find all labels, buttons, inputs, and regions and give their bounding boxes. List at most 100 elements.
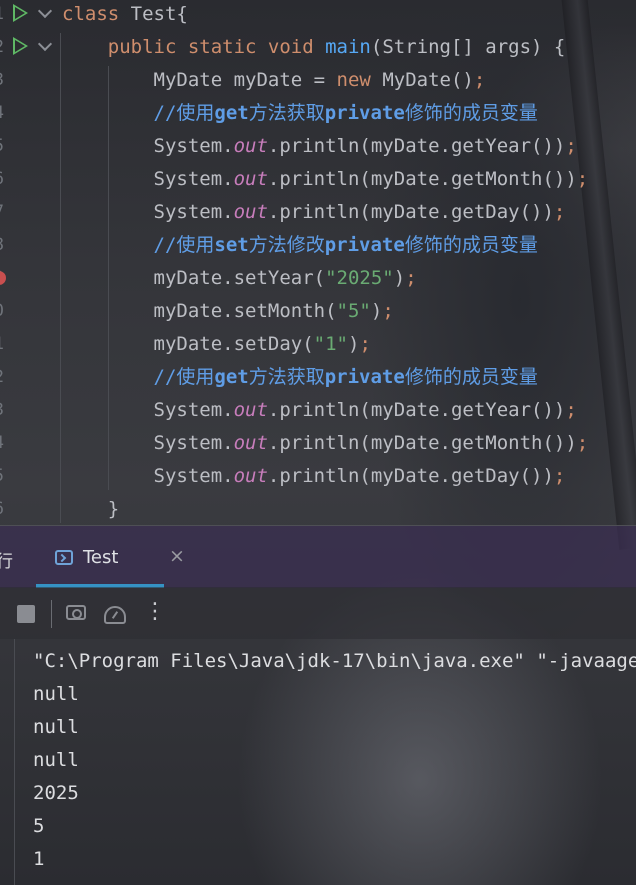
code-token: ;: [359, 333, 371, 355]
code-token: "1": [313, 333, 348, 355]
code-token: 修饰的成员变量: [404, 234, 538, 256]
line-number: 4: [0, 103, 4, 123]
gutter-line[interactable]: 1: [0, 0, 60, 31]
code-token: main: [325, 36, 371, 58]
chevron-down-icon[interactable]: [37, 3, 53, 19]
gutter-line[interactable]: 5: [0, 130, 60, 163]
code-token: myDate.setMonth(: [62, 300, 337, 322]
code-token: public static void: [62, 36, 326, 58]
console-output-line: null: [33, 716, 79, 738]
console-icon: [55, 550, 73, 565]
code-token: .println(myDate.getDay()): [267, 465, 554, 487]
code-line: MyDate myDate = new MyDate();: [62, 64, 486, 97]
console-output-line: 1: [33, 848, 45, 870]
tab-test-label: Test: [83, 547, 119, 568]
code-token: myDate.setDay(: [62, 333, 314, 355]
code-token: MyDate myDate =: [62, 69, 337, 91]
breakpoint-icon[interactable]: [0, 271, 6, 285]
indent-guide: [60, 33, 61, 523]
code-token: ;: [405, 267, 417, 289]
line-number: 2: [0, 367, 4, 387]
gutter-line[interactable]: 2: [0, 31, 60, 64]
gutter-line[interactable]: 2: [0, 361, 60, 394]
code-editor[interactable]: 1 2 3 4 5 6 7 8 9 0 1 2 3 4 5 6 class Test{ public stati…: [0, 0, 636, 525]
gutter-line[interactable]: 3: [0, 64, 60, 97]
gutter-line[interactable]: 6: [0, 163, 60, 196]
more-options-icon[interactable]: ⋮: [144, 601, 166, 623]
code-token: private: [324, 102, 405, 124]
code-token: private: [324, 366, 405, 388]
line-number: 6: [0, 169, 4, 189]
close-icon[interactable]: ×: [169, 545, 185, 567]
code-token: "5": [336, 300, 371, 322]
code-token: 方法获取: [248, 366, 325, 388]
gutter-line[interactable]: 9: [0, 262, 60, 295]
camera-icon[interactable]: [66, 605, 86, 620]
code-line: myDate.setDay("1");: [62, 328, 371, 361]
console-output[interactable]: "C:\Program Files\Java\jdk-17\bin\java.e…: [0, 639, 636, 885]
code-token: out: [233, 465, 268, 487]
code-token: .println(myDate.getMonth()): [267, 168, 577, 190]
code-line: }: [62, 493, 119, 526]
run-tool-window-header: 行 Test ×: [0, 525, 636, 588]
code-token: out: [233, 432, 268, 454]
gutter-line[interactable]: 3: [0, 394, 60, 427]
console-output-line: 2025: [33, 782, 79, 804]
line-number: 8: [0, 235, 4, 255]
code-token: ;: [473, 69, 486, 91]
gutter-line[interactable]: 4: [0, 427, 60, 460]
code-token: get: [214, 366, 249, 388]
code-token: ;: [565, 135, 577, 157]
line-number: 5: [0, 466, 4, 486]
code-line: System.out.println(myDate.getYear());: [62, 130, 577, 163]
code-line: System.out.println(myDate.getMonth());: [62, 427, 589, 460]
code-token: class: [62, 3, 131, 25]
line-number: 4: [0, 433, 4, 453]
console-gutter: [14, 639, 15, 885]
code-token: ;: [553, 201, 566, 223]
gutter-line[interactable]: 4: [0, 97, 60, 130]
code-token: System.: [62, 399, 234, 421]
line-number: 1: [0, 4, 4, 24]
code-token: 方法修改: [248, 234, 325, 256]
code-token: MyDate(): [382, 69, 474, 91]
code-token: set: [214, 234, 249, 256]
code-token: "2025": [325, 267, 394, 289]
code-token: .println(myDate.getYear()): [267, 399, 566, 421]
code-line: public static void main(String[] args) {: [62, 31, 566, 64]
code-token: (String[] args) {: [370, 36, 566, 58]
code-line: System.out.println(myDate.getYear());: [62, 394, 577, 427]
line-number: 6: [0, 499, 4, 519]
line-number: 1: [0, 334, 4, 354]
code-token: ): [393, 267, 406, 289]
chevron-down-icon[interactable]: [37, 36, 53, 52]
tab-test[interactable]: Test ×: [36, 526, 185, 588]
code-line: myDate.setYear("2025");: [62, 262, 417, 295]
code-token: 修饰的成员变量: [404, 102, 538, 124]
run-toolbar: ⋮: [0, 587, 636, 639]
console-output-line: null: [33, 683, 79, 705]
toolbar-separator: [51, 600, 52, 628]
code-token: ;: [576, 432, 589, 454]
code-token: myDate.setYear(: [62, 267, 326, 289]
profiler-gauge-icon[interactable]: [104, 606, 126, 624]
gutter-line[interactable]: 1: [0, 328, 60, 361]
code-token: get: [214, 102, 249, 124]
gutter-line[interactable]: 7: [0, 196, 60, 229]
run-icon[interactable]: [13, 37, 28, 55]
code-line: System.out.println(myDate.getDay());: [62, 460, 566, 493]
console-output-line: null: [33, 749, 79, 771]
console-output-line: 5: [33, 815, 45, 837]
gutter-line[interactable]: 0: [0, 295, 60, 328]
gutter-line[interactable]: 6: [0, 493, 60, 526]
code-token: }: [62, 498, 120, 520]
gutter-line[interactable]: 8: [0, 229, 60, 262]
code-token: ;: [382, 300, 394, 322]
code-token: ;: [553, 465, 566, 487]
gutter-line[interactable]: 5: [0, 460, 60, 493]
line-number: 0: [0, 301, 4, 321]
run-icon[interactable]: [13, 4, 28, 22]
code-line: //使用get方法获取private修饰的成员变量: [62, 361, 538, 394]
stop-icon[interactable]: [17, 605, 35, 623]
line-number: 3: [0, 400, 4, 420]
